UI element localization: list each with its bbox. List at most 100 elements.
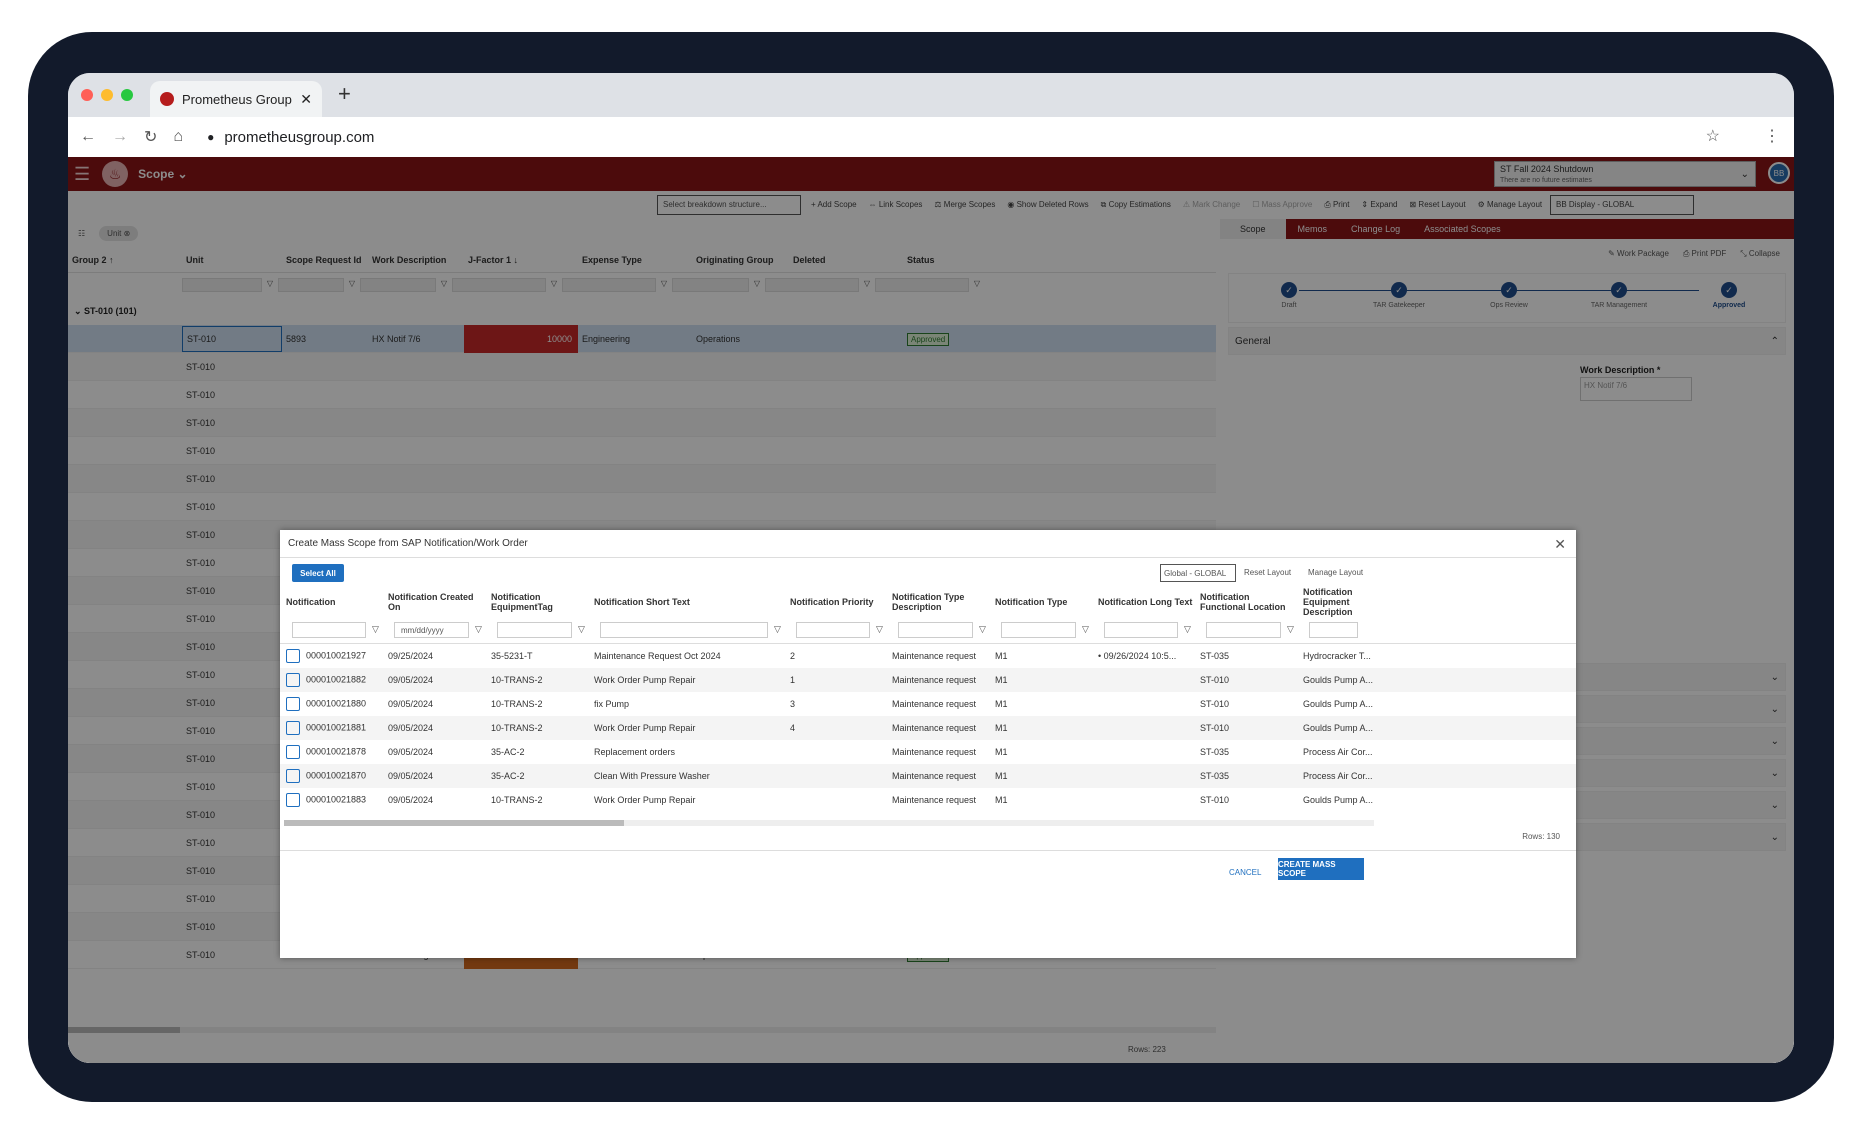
cell-text: Maintenance request xyxy=(892,699,976,709)
cell-text: 35-AC-2 xyxy=(491,747,525,757)
home-icon[interactable]: ⌂ xyxy=(173,128,183,146)
filter-icon[interactable]: ▽ xyxy=(876,624,883,635)
cell-e: Goulds Pump A... xyxy=(1297,795,1374,805)
table-row[interactable]: 00001002187009/05/202435-AC-2Clean With … xyxy=(280,764,1576,788)
column-filter xyxy=(1297,622,1374,638)
filter-icon[interactable]: ▽ xyxy=(1287,624,1294,635)
cell-f: ST-010 xyxy=(1194,795,1297,805)
cell-text: Maintenance request xyxy=(892,675,976,685)
select-all-button[interactable]: Select All xyxy=(292,564,344,582)
dialog-row-count: Rows: 130 xyxy=(1522,832,1560,841)
filter-input[interactable] xyxy=(898,622,973,638)
forward-icon[interactable]: → xyxy=(112,128,128,146)
url-text[interactable]: prometheusgroup.com xyxy=(224,129,374,146)
row-checkbox[interactable] xyxy=(286,745,300,759)
filter-icon[interactable]: ▽ xyxy=(1082,624,1089,635)
cell-td: Maintenance request xyxy=(886,747,989,757)
column-header[interactable]: Notification Type xyxy=(989,597,1092,607)
column-header[interactable]: Notification xyxy=(280,597,382,607)
cell-text: Goulds Pump A... xyxy=(1303,795,1373,805)
maximize-window-button[interactable] xyxy=(121,89,133,101)
create-mass-scope-button[interactable]: CREATE MASS SCOPE xyxy=(1278,858,1364,880)
cell-s: Replacement orders xyxy=(588,747,784,757)
browser-tab[interactable]: Prometheus Group ✕ xyxy=(150,81,322,117)
cell-e: Goulds Pump A... xyxy=(1297,675,1374,685)
close-tab-icon[interactable]: ✕ xyxy=(300,91,312,108)
cell-text: 000010021881 xyxy=(306,722,366,732)
reload-icon[interactable]: ↻ xyxy=(144,127,157,147)
cell-e: Hydrocracker T... xyxy=(1297,651,1374,661)
browser-menu-icon[interactable]: ⋮ xyxy=(1764,126,1780,146)
filter-input[interactable] xyxy=(1104,622,1178,638)
filter-input[interactable] xyxy=(1206,622,1281,638)
filter-input[interactable] xyxy=(292,622,366,638)
dialog-table-header: NotificationNotification Created OnNotif… xyxy=(280,588,1576,616)
row-checkbox[interactable] xyxy=(286,697,300,711)
table-row[interactable]: 00001002192709/25/202435-5231-TMaintenan… xyxy=(280,644,1576,668)
cell-text: Hydrocracker T... xyxy=(1303,651,1371,661)
row-checkbox[interactable] xyxy=(286,721,300,735)
table-row[interactable]: 00001002188109/05/202410-TRANS-2Work Ord… xyxy=(280,716,1576,740)
minimize-window-button[interactable] xyxy=(101,89,113,101)
filter-input[interactable] xyxy=(796,622,870,638)
table-row[interactable]: 00001002188209/05/202410-TRANS-2Work Ord… xyxy=(280,668,1576,692)
bookmark-star-icon[interactable]: ☆ xyxy=(1706,126,1720,146)
cell-f: ST-035 xyxy=(1194,651,1297,661)
column-filter: ▽ xyxy=(1194,622,1297,638)
cell-text: 000010021882 xyxy=(306,674,366,684)
row-checkbox[interactable] xyxy=(286,649,300,663)
site-info-icon[interactable]: ● xyxy=(207,130,214,144)
cell-l: • 09/26/2024 10:5... xyxy=(1092,651,1194,661)
filter-icon[interactable]: ▽ xyxy=(475,624,482,635)
column-header[interactable]: Notification Short Text xyxy=(588,597,784,607)
row-checkbox[interactable] xyxy=(286,769,300,783)
column-header[interactable]: Notification Equipment Description xyxy=(1297,587,1374,617)
filter-input[interactable] xyxy=(600,622,768,638)
cell-text: Maintenance request xyxy=(892,747,976,757)
filter-input[interactable] xyxy=(1309,622,1358,638)
column-header[interactable]: Notification Long Text xyxy=(1092,597,1194,607)
cell-text: ST-010 xyxy=(1200,675,1229,685)
browser-window: Prometheus Group ✕ + ← → ↻ ⌂ ● prometheus… xyxy=(68,73,1794,1063)
cell-text: Work Order Pump Repair xyxy=(594,723,695,733)
table-row[interactable]: 00001002187809/05/202435-AC-2Replacement… xyxy=(280,740,1576,764)
table-row[interactable]: 00001002188309/05/202410-TRANS-2Work Ord… xyxy=(280,788,1576,812)
column-header[interactable]: Notification Functional Location xyxy=(1194,592,1297,612)
column-header[interactable]: Notification Type Description xyxy=(886,592,989,612)
back-icon[interactable]: ← xyxy=(80,128,96,146)
cell-text: Maintenance request xyxy=(892,651,976,661)
row-checkbox[interactable] xyxy=(286,673,300,687)
layout-select[interactable]: Global - GLOBAL xyxy=(1160,564,1236,582)
cell-text: 10-TRANS-2 xyxy=(491,723,543,733)
new-tab-icon[interactable]: + xyxy=(338,81,351,107)
filter-input[interactable]: mm/dd/yyyy xyxy=(394,622,469,638)
tab-title: Prometheus Group xyxy=(182,92,292,107)
close-window-button[interactable] xyxy=(81,89,93,101)
column-filter: ▽ xyxy=(1092,622,1194,638)
row-checkbox[interactable] xyxy=(286,793,300,807)
reset-layout-link[interactable]: Reset Layout xyxy=(1244,568,1291,577)
filter-icon[interactable]: ▽ xyxy=(979,624,986,635)
filter-input[interactable] xyxy=(497,622,572,638)
table-row[interactable]: 00001002188009/05/202410-TRANS-2fix Pump… xyxy=(280,692,1576,716)
cancel-button[interactable]: CANCEL xyxy=(1229,868,1261,877)
cell-text: ST-035 xyxy=(1200,651,1229,661)
filter-icon[interactable]: ▽ xyxy=(774,624,781,635)
filter-input[interactable] xyxy=(1001,622,1076,638)
cell-text: 2 xyxy=(790,651,795,661)
column-header[interactable]: Notification EquipmentTag xyxy=(485,592,588,612)
column-header[interactable]: Notification Created On xyxy=(382,592,485,612)
filter-icon[interactable]: ▽ xyxy=(578,624,585,635)
dialog-horizontal-scrollbar[interactable] xyxy=(284,820,1374,826)
tab-bar: Prometheus Group ✕ + xyxy=(68,73,1794,117)
column-header[interactable]: Notification Priority xyxy=(784,597,886,607)
cell-s: fix Pump xyxy=(588,699,784,709)
cell-n: 000010021870 xyxy=(280,769,382,783)
cell-td: Maintenance request xyxy=(886,675,989,685)
cell-text: ST-035 xyxy=(1200,771,1229,781)
filter-icon[interactable]: ▽ xyxy=(1184,624,1191,635)
close-icon[interactable]: ✕ xyxy=(1554,536,1566,553)
cell-text: Goulds Pump A... xyxy=(1303,699,1373,709)
manage-layout-link[interactable]: Manage Layout xyxy=(1308,568,1363,577)
filter-icon[interactable]: ▽ xyxy=(372,624,379,635)
